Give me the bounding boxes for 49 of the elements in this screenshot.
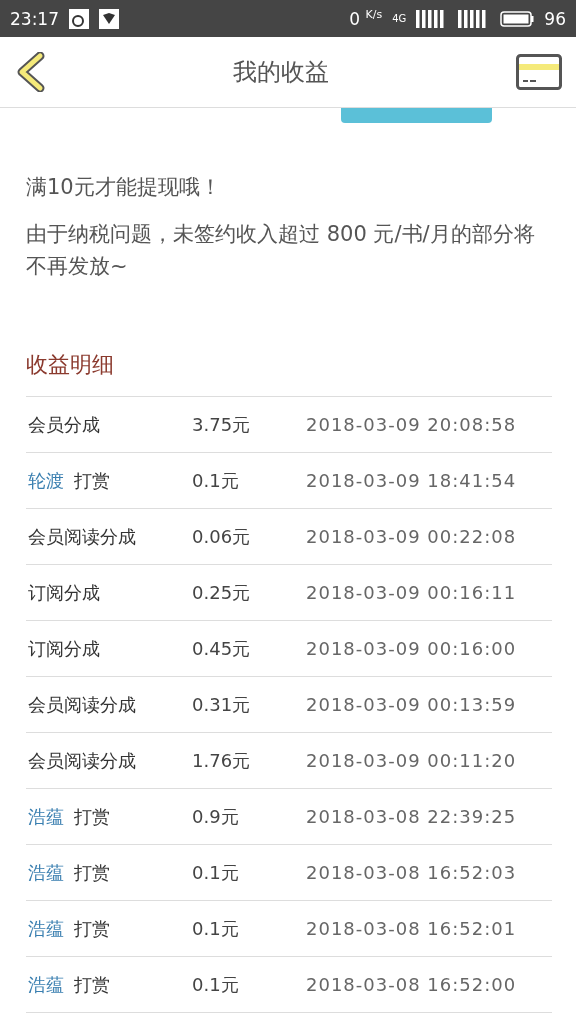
income-type: 订阅分成 (28, 636, 100, 661)
back-icon[interactable] (16, 52, 46, 92)
notice-text: 满10元才能提现哦！ (26, 174, 222, 201)
page-title: 我的收益 (233, 57, 329, 88)
income-time: 2018-03-09 20:08:58 (306, 414, 517, 435)
income-type: 会员阅读分成 (28, 692, 136, 717)
income-type: 会员阅读分成 (28, 748, 136, 773)
income-type: 订阅分成 (28, 580, 100, 605)
section-title: 收益明细 (26, 351, 115, 379)
card-icon[interactable] (516, 54, 562, 90)
income-amount: 0.31元 (192, 692, 252, 717)
income-amount: 1.76元 (192, 748, 252, 773)
income-time: 2018-03-08 16:52:03 (306, 862, 517, 883)
income-amount: 0.1元 (192, 468, 240, 493)
battery-level: 96 (544, 8, 566, 29)
notice-text: 由于纳税问题，未签约收入超过 800 元/书/月的部分将不再发放~ (26, 221, 536, 280)
income-time: 2018-03-09 00:16:00 (306, 638, 517, 659)
income-time: 2018-03-08 22:39:25 (306, 806, 517, 827)
income-time: 2018-03-09 18:41:54 (306, 470, 517, 491)
income-time: 2018-03-09 00:16:11 (306, 582, 517, 603)
income-amount: 0.45元 (192, 636, 252, 661)
income-amount: 0.1元 (192, 860, 240, 885)
user-link[interactable]: 浩蕴 (28, 972, 64, 997)
income-amount: 3.75元 (192, 412, 252, 437)
income-time: 2018-03-08 16:52:01 (306, 918, 517, 939)
income-type: 打赏 (74, 804, 110, 829)
income-time: 2018-03-09 00:11:20 (306, 750, 517, 771)
income-amount: 0.1元 (192, 916, 240, 941)
income-amount: 0.1元 (192, 972, 240, 997)
network-type: 4G (392, 13, 407, 24)
user-link[interactable]: 浩蕴 (28, 860, 64, 885)
income-time: 2018-03-08 16:52:00 (306, 974, 517, 995)
battery-icon (500, 9, 535, 28)
income-amount: 0.9元 (192, 804, 240, 829)
clock: 23:17 (10, 8, 59, 29)
user-link[interactable]: 浩蕴 (28, 916, 64, 941)
user-link[interactable]: 轮渡 (28, 468, 64, 493)
income-type: 打赏 (74, 916, 110, 941)
income-amount: 0.25元 (192, 580, 252, 605)
income-time: 2018-03-09 00:13:59 (306, 694, 517, 715)
income-type: 会员分成 (28, 412, 100, 437)
income-type: 打赏 (74, 972, 110, 997)
income-type: 打赏 (74, 860, 110, 885)
income-time: 2018-03-09 00:22:08 (306, 526, 517, 547)
income-type: 会员阅读分成 (28, 524, 136, 549)
user-link[interactable]: 浩蕴 (28, 804, 64, 829)
income-type: 打赏 (74, 468, 110, 493)
network-speed: 0 $^{K/s}$ (349, 8, 383, 29)
income-amount: 0.06元 (192, 524, 252, 549)
